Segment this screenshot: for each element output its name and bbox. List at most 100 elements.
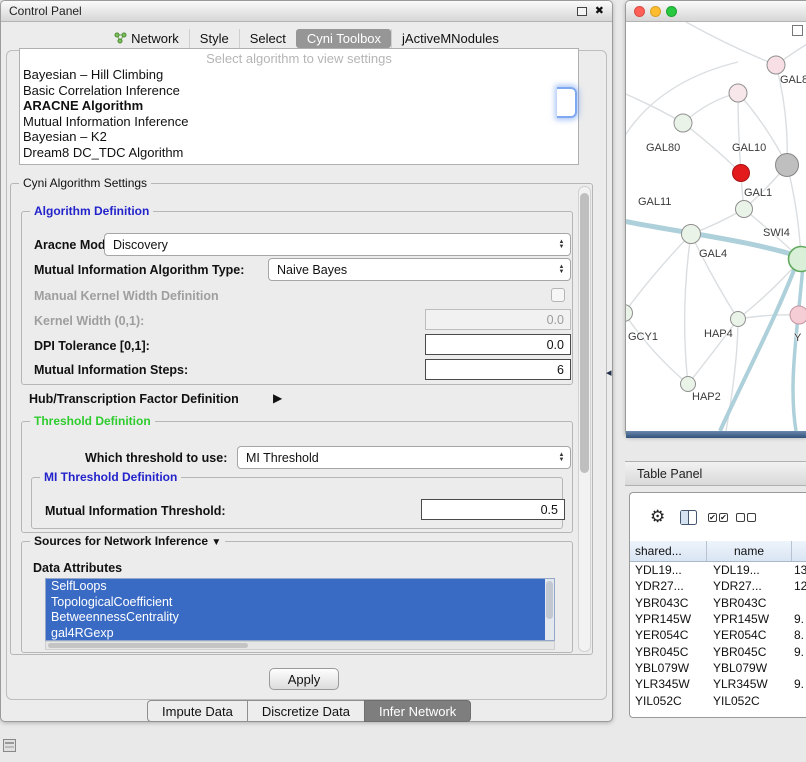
attributes-vscrollbar-thumb[interactable] — [546, 581, 553, 619]
table-row[interactable]: YIL052C YIL052C — [630, 692, 806, 708]
aracne-mode-combo[interactable]: Discovery ▲▼ — [104, 233, 571, 256]
show-columns-icon[interactable] — [680, 510, 697, 525]
network-node[interactable] — [767, 56, 785, 74]
network-node-gal1[interactable] — [736, 201, 753, 218]
algorithm-option[interactable]: Basic Correlation Inference — [20, 83, 578, 99]
kernel-width-label: Kernel Width (0,1): — [34, 314, 144, 328]
thick-edge — [720, 257, 799, 431]
combo-stepper-icon: ▲▼ — [553, 240, 570, 250]
network-node-hap4[interactable] — [731, 312, 746, 327]
table-row[interactable]: YDR27... YDR27... 12 — [630, 578, 806, 594]
mi-steps-field[interactable]: 6 — [425, 359, 571, 380]
node-label: HAP4 — [704, 328, 733, 340]
table-row[interactable]: YER054C YER054C 8. — [630, 627, 806, 643]
panel-collapse-arrow-icon[interactable]: ◂ — [606, 366, 612, 379]
algorithm-option-highlighted[interactable]: ARACNE Algorithm — [20, 98, 578, 114]
mac-close-button[interactable] — [634, 6, 645, 17]
network-node-gcy1[interactable] — [626, 305, 633, 322]
algorithm-placeholder: Select algorithm to view settings — [20, 51, 578, 67]
network-canvas[interactable]: GAL80 GAL10 GAL11 GAL1 SWI4 GAL4 GCY1 HA… — [626, 22, 806, 431]
table-row[interactable]: YBL079W YBL079W — [630, 660, 806, 676]
mi-steps-label: Mutual Information Steps: — [34, 363, 188, 377]
mi-threshold-legend: MI Threshold Definition — [40, 470, 181, 484]
node-label: GAL8 — [780, 74, 806, 86]
network-node[interactable] — [790, 306, 806, 324]
deselect-all-checkbox-icon[interactable] — [736, 513, 756, 522]
column-header-cut[interactable] — [792, 541, 806, 561]
thick-edge — [793, 265, 803, 431]
checked-box-icon: ✔ — [708, 513, 717, 522]
table-body: YDL19... YDL19... 13 YDR27... YDR27... 1… — [630, 562, 806, 709]
mi-type-combo[interactable]: Naive Bayes ▲▼ — [268, 258, 571, 281]
table-row[interactable]: YPR145W YPR145W 9. — [630, 611, 806, 627]
table-row[interactable]: YBR043C YBR043C — [630, 595, 806, 611]
combo-stepper-icon: ▲▼ — [553, 265, 570, 275]
tab-impute-data[interactable]: Impute Data — [147, 700, 248, 722]
tab-discretize-data[interactable]: Discretize Data — [247, 700, 365, 722]
apply-button[interactable]: Apply — [269, 668, 339, 690]
algorithm-option[interactable]: Mutual Information Inference — [20, 114, 578, 130]
network-node-hap2[interactable] — [681, 377, 696, 392]
table-panel-title: Table Panel — [625, 467, 702, 481]
node-label: Y — [794, 332, 801, 344]
node-label: SWI4 — [763, 227, 790, 239]
network-view-window: GAL80 GAL10 GAL11 GAL1 SWI4 GAL4 GCY1 HA… — [625, 0, 806, 437]
tab-style[interactable]: Style — [189, 29, 239, 48]
tab-cyni-toolbox[interactable]: Cyni Toolbox — [296, 29, 391, 48]
tab-network[interactable]: Network — [104, 29, 189, 48]
settings-scrollbar[interactable] — [578, 186, 591, 652]
attribute-item-selected[interactable]: TopologicalCoefficient — [46, 595, 554, 611]
network-window-titlebar[interactable] — [626, 1, 806, 22]
attributes-hscrollbar[interactable] — [45, 641, 555, 650]
dpi-tolerance-field[interactable]: 0.0 — [425, 334, 571, 355]
network-node-gal10[interactable] — [733, 165, 750, 182]
mi-threshold-field[interactable]: 0.5 — [421, 499, 565, 520]
gear-icon[interactable]: ⚙ — [650, 508, 665, 525]
manual-kernel-checkbox[interactable] — [551, 288, 565, 302]
attributes-vscrollbar[interactable] — [545, 579, 554, 640]
tab-jactivemnodules[interactable]: jActiveMNodules — [391, 29, 509, 48]
table-row[interactable]: YBR045C YBR045C 9. — [630, 643, 806, 659]
threshold-definition-legend: Threshold Definition — [30, 414, 155, 428]
kernel-width-field[interactable]: 0.0 — [425, 309, 571, 330]
network-node[interactable] — [729, 84, 747, 102]
algorithm-definition-legend: Algorithm Definition — [30, 204, 153, 218]
select-all-checkbox-icon[interactable]: ✔ ✔ — [708, 513, 728, 522]
table-panel-titlebar[interactable]: Table Panel — [625, 461, 806, 486]
tab-select[interactable]: Select — [239, 29, 296, 48]
column-header-shared-name[interactable]: shared... — [630, 541, 707, 561]
float-window-icon[interactable] — [577, 7, 587, 16]
network-node[interactable] — [789, 247, 806, 272]
table-row[interactable]: YLR345W YLR345W 9. — [630, 676, 806, 692]
collapse-down-icon[interactable]: ▼ — [211, 537, 221, 548]
network-node[interactable] — [674, 114, 692, 132]
mac-zoom-button[interactable] — [666, 6, 677, 17]
data-attributes-list[interactable]: SelfLoops TopologicalCoefficient Between… — [45, 578, 555, 641]
mac-minimize-button[interactable] — [650, 6, 661, 17]
panel-dock-icon[interactable] — [3, 739, 16, 752]
expand-right-icon[interactable]: ▶ — [273, 391, 282, 405]
attribute-item-selected[interactable]: gal4RGexp — [46, 626, 554, 641]
which-threshold-combo[interactable]: MI Threshold ▲▼ — [237, 446, 571, 469]
algorithm-option[interactable]: Bayesian – K2 — [20, 129, 578, 145]
settings-scrollbar-thumb[interactable] — [580, 193, 589, 473]
data-attributes-label: Data Attributes — [33, 561, 122, 575]
birdseye-toggle-checkbox[interactable] — [792, 25, 803, 36]
attribute-item-selected[interactable]: BetweennessCentrality — [46, 610, 554, 626]
network-window-bottom-edge — [626, 431, 806, 438]
sources-legend: Sources for Network Inference ▼ — [30, 534, 225, 548]
tab-infer-network[interactable]: Infer Network — [364, 700, 471, 722]
algorithm-option[interactable]: Dream8 DC_TDC Algorithm — [20, 145, 578, 161]
column-header-name[interactable]: name — [707, 541, 792, 561]
table-row[interactable]: YDL19... YDL19... 13 — [630, 562, 806, 578]
attribute-item-selected[interactable]: SelfLoops — [46, 579, 554, 595]
bottom-tabs: Impute Data Discretize Data Infer Networ… — [147, 700, 471, 722]
network-node[interactable] — [776, 154, 799, 177]
app-background: { "colors": { "selection_blue": "#3a6bc4… — [0, 0, 806, 762]
control-panel-titlebar[interactable]: Control Panel ✖ — [1, 1, 612, 22]
dpi-tolerance-label: DPI Tolerance [0,1]: — [34, 339, 150, 353]
network-node-gal4[interactable] — [682, 225, 701, 244]
close-icon[interactable]: ✖ — [595, 4, 604, 17]
attributes-hscrollbar-thumb[interactable] — [48, 643, 248, 648]
algorithm-option[interactable]: Bayesian – Hill Climbing — [20, 67, 578, 83]
